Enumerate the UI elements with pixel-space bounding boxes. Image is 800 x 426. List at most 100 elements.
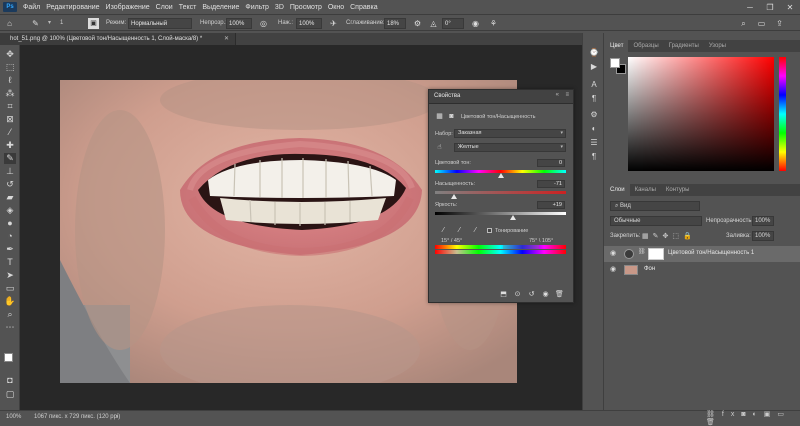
collapse-panel-icon[interactable]: « bbox=[556, 92, 559, 98]
saturation-slider-thumb[interactable] bbox=[450, 194, 457, 199]
eyedropper-minus-icon[interactable]: ⁄ bbox=[471, 226, 480, 235]
tab-channels[interactable]: Каналы bbox=[630, 184, 661, 196]
magic-wand-tool-icon[interactable]: ⁂ bbox=[4, 88, 16, 99]
tab-color[interactable]: Цвет bbox=[605, 40, 629, 52]
visibility-eye-icon[interactable]: ◉ bbox=[541, 290, 550, 299]
maximize-icon[interactable]: ❐ bbox=[760, 0, 780, 14]
hand-tool-icon[interactable]: ✋ bbox=[4, 296, 16, 307]
lock-icons[interactable]: ▦✎✥⬚🔒 bbox=[642, 232, 696, 240]
dodge-tool-icon[interactable]: ◔ bbox=[4, 231, 16, 242]
tab-layers[interactable]: Слои bbox=[605, 184, 630, 196]
properties-panel-icon[interactable]: ☰ bbox=[588, 137, 600, 148]
lightness-input[interactable]: +19 bbox=[537, 201, 565, 209]
lasso-tool-icon[interactable]: ℓ bbox=[4, 75, 16, 86]
status-chevron-icon[interactable]: › bbox=[116, 414, 118, 420]
range-selection[interactable] bbox=[503, 245, 539, 249]
hue-slider-thumb[interactable] bbox=[497, 173, 504, 178]
menu-item-image[interactable]: Изображение bbox=[103, 4, 153, 11]
properties-header[interactable]: Свойства « ≡ bbox=[429, 90, 573, 104]
photoshop-logo-icon[interactable]: Ps bbox=[3, 2, 17, 12]
paint-bucket-tool-icon[interactable]: ◈ bbox=[4, 205, 16, 216]
search-icon[interactable]: ⌕ bbox=[738, 18, 749, 29]
eye-icon[interactable]: ◉ bbox=[610, 249, 616, 257]
workspace-icon[interactable]: ▭ bbox=[756, 18, 767, 29]
panel-menu-icon[interactable]: ≡ bbox=[565, 92, 569, 98]
layer-name[interactable]: Фон bbox=[644, 266, 655, 272]
pressure-input[interactable]: 100% bbox=[296, 18, 322, 29]
history-panel-icon[interactable]: ⌚ bbox=[588, 47, 600, 58]
saturation-input[interactable]: -71 bbox=[537, 180, 565, 188]
layer-row[interactable]: ◉ Фон bbox=[604, 262, 800, 278]
eraser-tool-icon[interactable]: ▰ bbox=[4, 192, 16, 203]
trash-icon[interactable]: 🗑 bbox=[555, 290, 564, 299]
zoom-level[interactable]: 100% bbox=[6, 414, 21, 420]
smoothing-settings-gear-icon[interactable]: ⚙ bbox=[412, 18, 423, 29]
layer-mask-thumbnail[interactable] bbox=[648, 248, 664, 260]
menu-item-view[interactable]: Просмотр bbox=[287, 4, 325, 11]
glyphs-panel-icon[interactable]: ¶ bbox=[588, 151, 600, 162]
hue-input[interactable]: 0 bbox=[537, 159, 565, 167]
document-tab[interactable]: hot_51.png @ 100% (Цветовой тон/Насыщенн… bbox=[0, 33, 236, 45]
smoothing-input[interactable]: 18% bbox=[384, 18, 406, 29]
layer-filter-select[interactable]: ⌕ Вид bbox=[610, 201, 700, 211]
channel-select[interactable]: Желтые ▾ bbox=[454, 143, 566, 152]
lightness-slider-track[interactable] bbox=[435, 212, 566, 215]
brush-preset-chevron-icon[interactable]: ▾ bbox=[48, 18, 51, 29]
type-tool-icon[interactable]: T bbox=[4, 257, 16, 268]
minimize-icon[interactable]: ─ bbox=[740, 0, 760, 14]
home-icon[interactable]: ⌂ bbox=[4, 18, 15, 29]
preset-select[interactable]: Заказная ▾ bbox=[454, 129, 566, 138]
move-tool-icon[interactable]: ✥ bbox=[4, 49, 16, 60]
eyedropper-icon[interactable]: ⁄ bbox=[439, 226, 448, 235]
symmetry-icon[interactable]: ⚘ bbox=[488, 18, 499, 29]
tab-gradients[interactable]: Градиенты bbox=[664, 40, 704, 52]
menu-item-edit[interactable]: Редактирование bbox=[43, 4, 102, 11]
colorize-checkbox[interactable] bbox=[487, 228, 492, 233]
lightness-slider-thumb[interactable] bbox=[509, 215, 516, 220]
adjustments-panel-icon[interactable]: ◐ bbox=[588, 123, 600, 134]
close-icon[interactable]: ✕ bbox=[780, 0, 800, 14]
foreground-color-swatch[interactable] bbox=[610, 58, 620, 68]
close-tab-icon[interactable]: ✕ bbox=[224, 33, 229, 45]
brush-size-value[interactable]: 1 bbox=[60, 18, 63, 29]
menu-item-layers[interactable]: Слои bbox=[153, 4, 176, 11]
opacity-input[interactable]: 100% bbox=[226, 18, 252, 29]
pressure-size-icon[interactable]: ◉ bbox=[470, 18, 481, 29]
layer-name[interactable]: Цветовой тон/Насыщенность 1 bbox=[668, 250, 754, 256]
reset-icon[interactable]: ↺ bbox=[527, 290, 536, 299]
tab-swatches[interactable]: Образцы bbox=[628, 40, 663, 52]
menu-item-file[interactable]: Файл bbox=[20, 4, 43, 11]
eye-icon[interactable]: ◉ bbox=[610, 265, 616, 273]
brush-settings-panel-icon[interactable]: ⚙ bbox=[588, 109, 600, 120]
crop-tool-icon[interactable]: ⌗ bbox=[4, 101, 16, 112]
brush-tool-icon[interactable]: ✎ bbox=[4, 153, 16, 164]
fill-input[interactable]: 100% bbox=[752, 231, 774, 241]
color-picker-field[interactable] bbox=[628, 57, 774, 171]
blend-mode-select[interactable]: Обычные bbox=[610, 216, 702, 226]
blur-tool-icon[interactable]: ● bbox=[4, 218, 16, 229]
share-icon[interactable]: ⇪ bbox=[774, 18, 785, 29]
path-selection-tool-icon[interactable]: ➤ bbox=[4, 270, 16, 281]
adjustment-icon[interactable]: ▦ bbox=[435, 112, 444, 121]
screen-mode-icon[interactable]: ▢ bbox=[4, 389, 16, 400]
foreground-color-swatch[interactable] bbox=[4, 353, 13, 362]
menu-item-filter[interactable]: Фильтр bbox=[242, 4, 272, 11]
menu-item-help[interactable]: Справка bbox=[347, 4, 380, 11]
angle-input[interactable]: 0° bbox=[442, 18, 464, 29]
tab-paths[interactable]: Контуры bbox=[661, 184, 695, 196]
mode-select[interactable]: Нормальный bbox=[128, 18, 192, 29]
pen-tool-icon[interactable]: ✒ bbox=[4, 244, 16, 255]
rectangle-tool-icon[interactable]: ▭ bbox=[4, 283, 16, 294]
hue-strip[interactable] bbox=[779, 57, 786, 171]
menu-item-window[interactable]: Окно bbox=[325, 4, 347, 11]
mask-icon[interactable]: ◙ bbox=[447, 112, 456, 121]
healing-brush-tool-icon[interactable]: ✚ bbox=[4, 140, 16, 151]
frame-tool-icon[interactable]: ⊠ bbox=[4, 114, 16, 125]
paragraph-panel-icon[interactable]: ¶ bbox=[588, 93, 600, 104]
character-panel-icon[interactable]: A bbox=[588, 79, 600, 90]
tab-patterns[interactable]: Узоры bbox=[704, 40, 731, 52]
targeted-adjustment-hand-icon[interactable]: ☝ bbox=[435, 143, 444, 152]
layer-row[interactable]: ◉ ⛓ Цветовой тон/Насыщенность 1 bbox=[604, 246, 800, 262]
brush-settings-icon[interactable]: ▣ bbox=[88, 18, 99, 29]
layer-opacity-input[interactable]: 100% bbox=[752, 216, 774, 226]
